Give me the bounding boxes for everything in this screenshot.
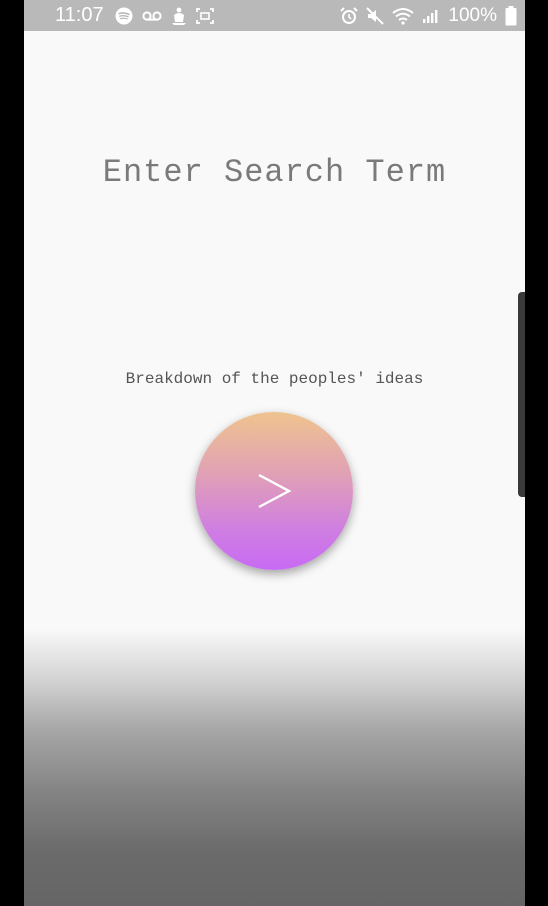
signal-icon: [422, 8, 440, 24]
app-screen: Enter Search Term Breakdown of the peopl…: [24, 31, 525, 906]
subtitle-text: Breakdown of the peoples' ideas: [125, 370, 424, 388]
status-bar-right: 100%: [340, 5, 517, 27]
edge-panel-handle[interactable]: [518, 292, 525, 497]
alarm-icon: [340, 6, 359, 25]
mute-icon: [366, 6, 385, 25]
search-term-prompt[interactable]: Enter Search Term: [24, 154, 525, 191]
download-app-icon: [171, 6, 187, 26]
status-bar-left: 11:07: [55, 4, 214, 27]
battery-percent: 100%: [448, 4, 497, 26]
battery-icon: [505, 5, 517, 26]
voicemail-icon: [141, 10, 162, 22]
wifi-icon: [392, 7, 415, 25]
status-bar: 11:07 100%: [24, 0, 525, 31]
spotify-icon: [115, 7, 133, 25]
go-button[interactable]: [195, 412, 353, 570]
phone-frame: 11:07 100% Enter Search Term Breakdown o…: [0, 0, 548, 906]
chevron-right-icon: [254, 471, 294, 511]
status-time: 11:07: [55, 4, 104, 26]
screenshot-icon: [195, 7, 214, 24]
